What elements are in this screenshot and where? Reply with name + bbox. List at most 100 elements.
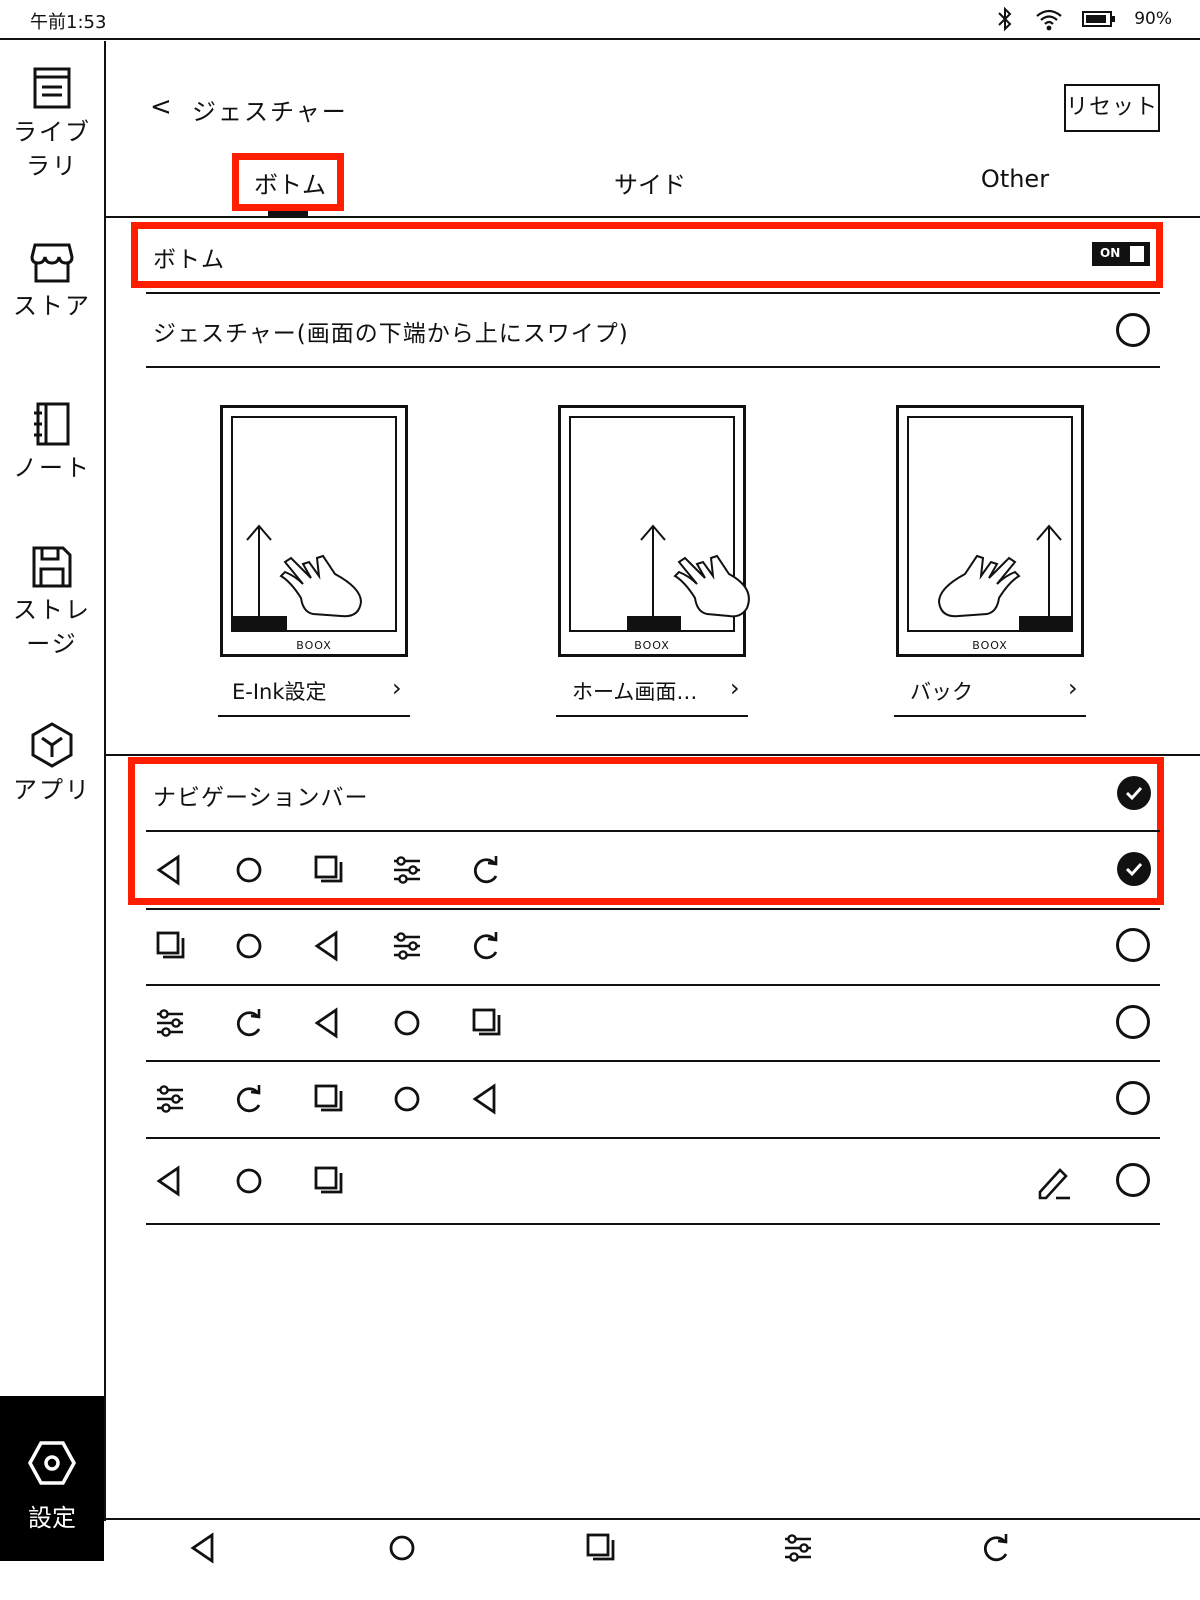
divider — [146, 1223, 1160, 1225]
divider — [556, 715, 748, 717]
home-icon — [389, 1535, 415, 1561]
refresh-icon — [473, 856, 498, 884]
divider — [146, 366, 1160, 368]
recent-icon — [472, 1008, 501, 1036]
navbar-layout-option[interactable] — [152, 928, 547, 964]
bottom-section-label: ボトム — [153, 247, 225, 273]
divider — [106, 216, 1200, 218]
home-icon — [394, 1086, 420, 1112]
navbar-layout-option[interactable] — [152, 1081, 547, 1117]
device-illustration: BOOX — [220, 405, 408, 657]
battery-level: 90% — [1134, 9, 1172, 29]
status-bar: 午前1:53 90% — [0, 0, 1200, 40]
settings-icon — [28, 1441, 76, 1485]
sidebar-item-storage[interactable]: ストレージ — [0, 545, 104, 661]
device-brand: BOOX — [296, 639, 332, 652]
wifi-icon — [1036, 9, 1062, 31]
system-nav-home-button[interactable] — [384, 1530, 420, 1570]
device-brand: BOOX — [634, 639, 670, 652]
home-icon — [394, 1010, 420, 1036]
bluetooth-icon — [998, 6, 1012, 32]
gesture-option-label: ジェスチャー(画面の下端から上にスワイプ) — [153, 321, 629, 347]
divider — [146, 1060, 1160, 1062]
layout-radio[interactable] — [1116, 1005, 1150, 1039]
device-illustration: BOOX — [896, 405, 1084, 657]
sidebar-item-store[interactable]: ストア — [0, 241, 104, 323]
back-icon — [472, 1083, 496, 1115]
device-illustration: BOOX — [558, 405, 750, 657]
sidebar-item-label: ライブラリ — [13, 118, 91, 180]
divider — [146, 1137, 1160, 1139]
card-eink-label[interactable]: E-Ink設定 — [232, 676, 327, 706]
back-icon — [314, 1007, 338, 1039]
sidebar: ライブラリ ストア ノート ストレージ アプリ 設定 — [0, 41, 106, 1561]
adjust-icon — [157, 1085, 183, 1113]
navbar-section-label: ナビゲーションバー — [153, 785, 369, 811]
sidebar-item-library[interactable]: ライブラリ — [0, 65, 104, 183]
refresh-icon — [236, 1009, 261, 1037]
tab-bottom[interactable]: ボトム — [240, 165, 340, 200]
card-home-label[interactable]: ホーム画面… — [572, 676, 697, 706]
recent-icon — [314, 855, 343, 883]
gesture-option-radio[interactable] — [1116, 313, 1150, 347]
refresh-icon — [473, 932, 498, 960]
card-back-label[interactable]: バック — [910, 676, 973, 706]
recent-icon — [314, 1084, 343, 1112]
tab-side[interactable]: サイド — [590, 165, 710, 200]
back-icon — [156, 1165, 180, 1197]
navbar-layout-option[interactable] — [152, 852, 547, 888]
adjust-icon — [394, 856, 420, 884]
navbar-checked-icon[interactable] — [1117, 776, 1151, 810]
edit-pencil-icon[interactable] — [1034, 1162, 1074, 1202]
sidebar-item-notes[interactable]: ノート — [0, 401, 104, 485]
device-brand: BOOX — [972, 639, 1008, 652]
swipe-up-hand-icon — [640, 524, 750, 626]
back-button[interactable]: < — [150, 92, 172, 122]
swipe-up-hand-icon — [937, 524, 1062, 626]
layout-radio[interactable] — [1116, 928, 1150, 962]
navbar-layout-option[interactable] — [152, 1005, 547, 1041]
layout-radio[interactable] — [1116, 1081, 1150, 1115]
divider — [218, 715, 410, 717]
tab-other[interactable]: Other — [960, 165, 1070, 193]
system-nav-adjust-button[interactable] — [780, 1530, 816, 1570]
system-nav-recent-button[interactable] — [582, 1530, 618, 1570]
highlight-bottom-toggle — [131, 222, 1163, 288]
system-nav-refresh-button[interactable] — [978, 1530, 1014, 1570]
storage-icon — [32, 546, 72, 588]
divider — [106, 1518, 1200, 1520]
status-time: 午前1:53 — [30, 12, 107, 33]
back-icon — [314, 930, 338, 962]
system-nav-back-button[interactable] — [186, 1530, 222, 1570]
refresh-icon — [983, 1534, 1008, 1562]
home-icon — [236, 857, 262, 883]
divider — [146, 292, 1160, 294]
adjust-icon — [394, 932, 420, 960]
back-icon — [156, 854, 180, 886]
divider — [894, 715, 1086, 717]
reset-button[interactable]: リセット — [1064, 84, 1160, 132]
chevron-right-icon[interactable]: › — [392, 674, 402, 702]
store-icon — [30, 243, 74, 283]
home-icon — [236, 1168, 262, 1194]
navbar-layout-option[interactable] — [152, 1163, 389, 1199]
home-icon — [236, 933, 262, 959]
divider — [146, 908, 1160, 910]
adjust-icon — [785, 1534, 811, 1562]
page-title: ジェスチャー — [192, 98, 348, 126]
recent-icon — [586, 1533, 615, 1561]
library-icon — [33, 67, 71, 109]
divider — [146, 830, 1160, 832]
recent-icon — [314, 1166, 343, 1194]
sidebar-item-apps[interactable]: アプリ — [0, 721, 104, 807]
notebook-icon — [34, 402, 70, 446]
chevron-right-icon[interactable]: › — [1068, 674, 1078, 702]
sidebar-item-label: 設定 — [28, 1504, 76, 1532]
system-nav-bar — [0, 1530, 1200, 1590]
chevron-right-icon[interactable]: › — [730, 674, 740, 702]
bottom-toggle[interactable]: ON — [1092, 242, 1150, 266]
divider — [106, 754, 1200, 756]
layout-selected-icon[interactable] — [1117, 852, 1151, 886]
layout-radio[interactable] — [1116, 1163, 1150, 1197]
sidebar-item-label: ストア — [13, 292, 91, 320]
